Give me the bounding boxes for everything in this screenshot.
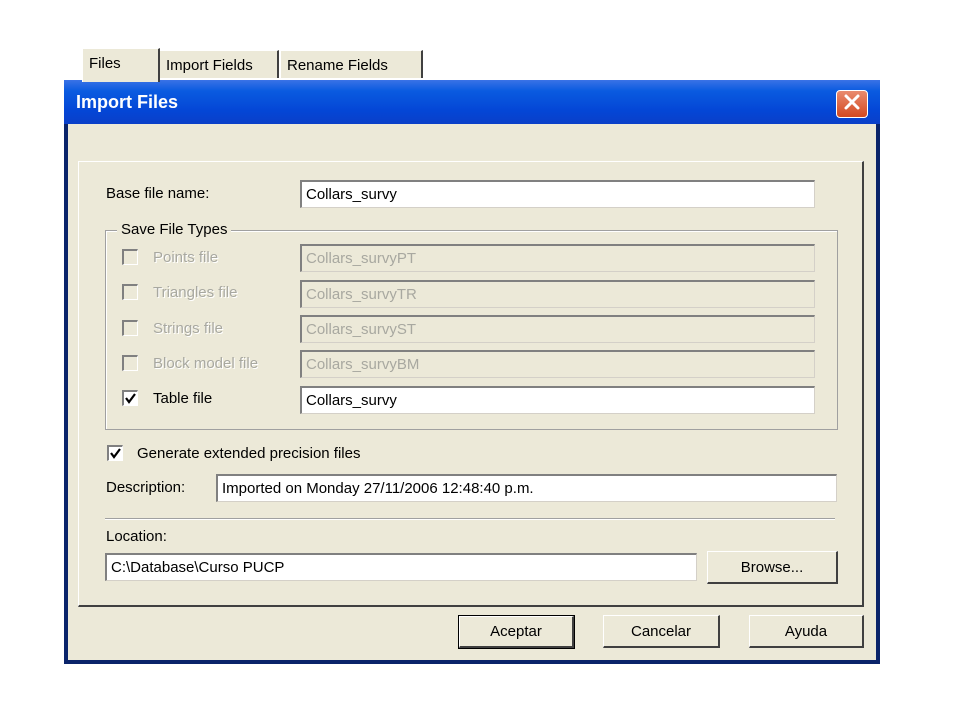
cancel-button-label: Cancelar <box>630 622 692 640</box>
description-label: Description: <box>106 479 186 496</box>
block-model-file-label: Block model file <box>153 355 259 372</box>
base-file-name-label: Base file name: <box>106 185 210 202</box>
browse-button-label: Browse... <box>740 558 804 576</box>
close-icon <box>843 93 861 115</box>
cancel-button[interactable]: Cancelar <box>603 615 720 648</box>
table-file-label: Table file <box>153 390 213 407</box>
points-file-input[interactable]: Collars_survyPT <box>300 244 815 272</box>
location-input[interactable]: C:\Database\Curso PUCP <box>105 553 697 581</box>
base-file-name-input[interactable]: Collars_survy <box>300 180 815 208</box>
strings-file-input[interactable]: Collars_survyST <box>300 315 815 343</box>
tab-import-fields[interactable]: Import Fields <box>159 50 279 78</box>
tab-rename-fields[interactable]: Rename Fields <box>280 50 423 78</box>
strings-file-checkbox[interactable] <box>122 320 138 336</box>
tab-label: Rename Fields <box>287 57 388 74</box>
title-bar[interactable]: Import Files <box>64 80 880 124</box>
close-button[interactable] <box>836 90 868 118</box>
window-title: Import Files <box>76 92 179 112</box>
points-file-checkbox[interactable] <box>122 249 138 265</box>
tab-label: Import Fields <box>166 57 253 74</box>
triangles-file-label: Triangles file <box>153 284 238 301</box>
triangles-file-checkbox[interactable] <box>122 284 138 300</box>
tab-files[interactable]: Files <box>82 48 160 82</box>
triangles-file-input[interactable]: Collars_survyTR <box>300 280 815 308</box>
save-file-types-legend: Save File Types <box>117 221 232 238</box>
points-file-label: Points file <box>153 249 219 266</box>
separator <box>105 518 835 520</box>
extended-precision-checkbox[interactable] <box>107 445 123 461</box>
ok-button-label: Aceptar <box>490 623 542 640</box>
description-input[interactable]: Imported on Monday 27/11/2006 12:48:40 p… <box>216 474 837 502</box>
extended-precision-label: Generate extended precision files <box>137 445 361 462</box>
tab-label: Files <box>89 55 121 72</box>
help-button-label: Ayuda <box>784 622 828 640</box>
ok-button[interactable]: Aceptar <box>458 615 575 649</box>
table-file-input[interactable]: Collars_survy <box>300 386 815 414</box>
browse-button[interactable]: Browse... <box>707 551 838 584</box>
strings-file-label: Strings file <box>153 320 224 337</box>
table-file-checkbox[interactable] <box>122 390 138 406</box>
help-button[interactable]: Ayuda <box>749 615 864 648</box>
block-model-file-input[interactable]: Collars_survyBM <box>300 350 815 378</box>
block-model-file-checkbox[interactable] <box>122 355 138 371</box>
location-label: Location: <box>106 528 167 545</box>
